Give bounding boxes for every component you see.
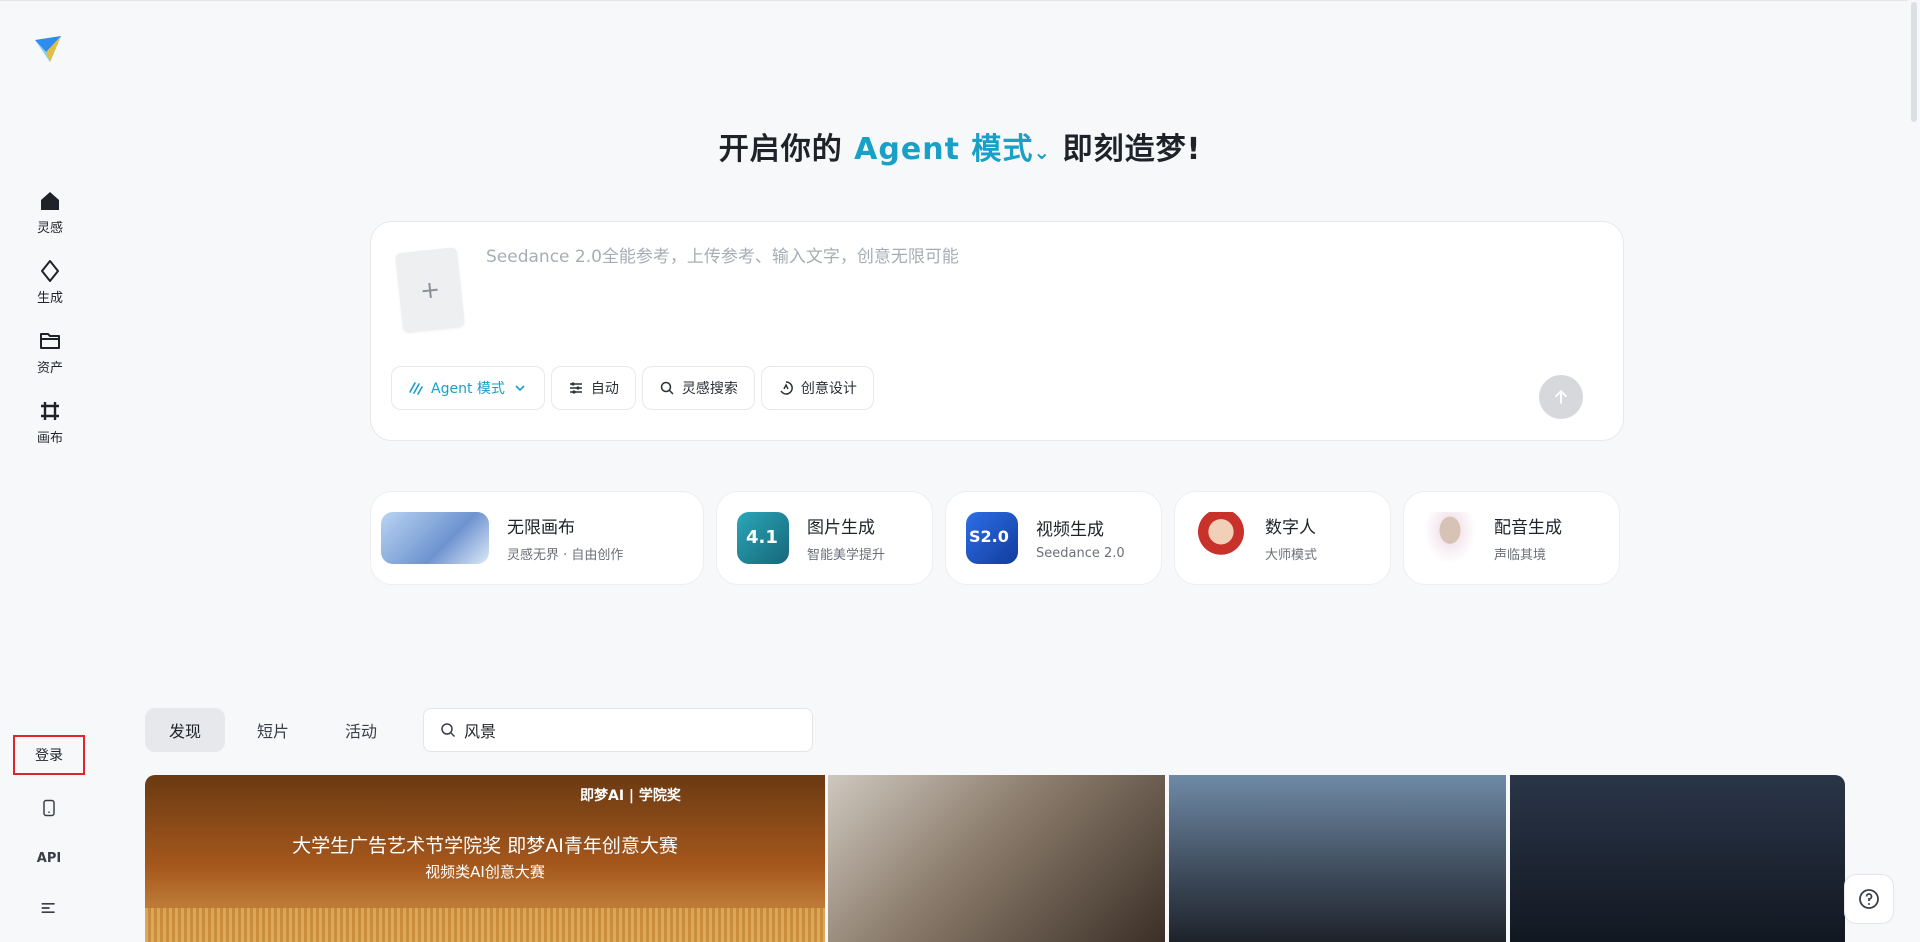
creative-design-button[interactable]: 创意设计: [760, 366, 874, 410]
canvas-hash-icon: [41, 401, 59, 420]
gallery-item-character[interactable]: [1169, 775, 1506, 942]
menu-icon[interactable]: [34, 893, 64, 923]
feature-card-infinite-canvas[interactable]: 无限画布 灵感无界 · 自由创作: [370, 491, 704, 585]
contest-banner[interactable]: 即梦AI | 学院奖 大学生广告艺术节学院奖 即梦AI青年创意大赛 视频类AI创…: [145, 775, 825, 942]
headline-suffix: 即刻造梦!: [1062, 132, 1202, 167]
api-link[interactable]: API: [34, 843, 64, 873]
version-badge: 4.1: [746, 527, 778, 548]
chevron-down-icon[interactable]: ⌄: [1033, 140, 1051, 164]
chip-label: Agent 模式: [431, 381, 505, 397]
image-gen-thumbnail: 4.1: [737, 512, 789, 564]
arrow-up-icon: [1555, 389, 1567, 404]
scrollbar-thumb[interactable]: [1911, 2, 1917, 122]
inspiration-search-button[interactable]: 灵感搜索: [641, 366, 755, 410]
login-button[interactable]: 登录: [13, 735, 85, 775]
send-button[interactable]: [1539, 375, 1583, 419]
tab-discover[interactable]: 发现: [145, 708, 226, 752]
banner-brand: 即梦AI | 学院奖: [580, 788, 681, 804]
banner-subtitle: 视频类AI创意大赛: [425, 863, 545, 881]
top-divider: [0, 0, 1920, 1]
home-icon: [41, 191, 59, 210]
agent-wave-icon: [409, 382, 423, 395]
discover-tabs: 发现 短片 活动: [145, 708, 401, 752]
feature-title: 配音生成: [1494, 518, 1562, 538]
sidebar-item-label: 生成: [36, 290, 63, 306]
agent-mode-button[interactable]: Agent 模式: [391, 366, 545, 410]
video-gen-thumbnail: S2.0: [966, 512, 1018, 564]
question-icon: [1859, 889, 1879, 909]
feature-cards: 无限画布 灵感无界 · 自由创作 4.1 图片生成 智能美学提升 S2.0 视频…: [370, 491, 1620, 585]
tab-shorts[interactable]: 短片: [233, 708, 313, 752]
feature-subtitle: 灵感无界 · 自由创作: [507, 548, 624, 563]
mobile-icon[interactable]: [34, 793, 64, 823]
sidebar-item-inspiration[interactable]: 灵感: [17, 184, 83, 240]
chip-label: 灵感搜索: [681, 381, 738, 397]
feature-card-image-generation[interactable]: 4.1 图片生成 智能美学提升: [716, 491, 933, 585]
mode-selector[interactable]: Agent 模式: [854, 132, 1033, 167]
chevron-down-icon: [515, 385, 525, 392]
feature-title: 无限画布: [507, 518, 575, 538]
gallery-item-portrait[interactable]: [828, 775, 1165, 942]
digital-human-thumbnail: [1195, 512, 1247, 564]
page-scrollbar[interactable]: [1908, 0, 1920, 942]
auto-button[interactable]: 自动: [550, 366, 636, 410]
sidebar-item-generate[interactable]: 生成: [17, 254, 83, 310]
plus-icon: +: [418, 275, 442, 305]
tab-events[interactable]: 活动: [321, 708, 401, 752]
gallery-item-hairpin[interactable]: [1510, 775, 1845, 942]
folder-icon: [40, 332, 60, 349]
chip-label: 创意设计: [800, 381, 857, 397]
feature-card-video-generation[interactable]: S2.0 视频生成 Seedance 2.0: [945, 491, 1162, 585]
version-badge: S2.0: [969, 527, 1009, 546]
creative-design-icon: [780, 381, 793, 395]
help-button[interactable]: [1844, 874, 1894, 924]
feature-subtitle: 智能美学提升: [807, 548, 886, 563]
feature-title: 图片生成: [807, 518, 875, 538]
sidebar-item-label: 资产: [36, 360, 63, 376]
feature-title: 数字人: [1265, 518, 1316, 538]
search-icon: [441, 723, 456, 738]
wheat-field-image: [145, 908, 825, 942]
feature-title: 视频生成: [1036, 520, 1104, 540]
prompt-input[interactable]: [486, 242, 1486, 272]
search-refresh-icon: [660, 381, 674, 395]
search-input[interactable]: [464, 720, 784, 740]
banner-title: 大学生广告艺术节学院奖 即梦AI青年创意大赛: [292, 835, 678, 857]
feature-subtitle: Seedance 2.0: [1036, 546, 1125, 561]
chip-label: 自动: [590, 381, 619, 397]
feature-card-voice-generation[interactable]: 配音生成 声临其境: [1403, 491, 1620, 585]
upload-reference-button[interactable]: +: [394, 246, 466, 334]
sidebar-item-label: 画布: [36, 430, 63, 446]
sidebar-item-assets[interactable]: 资产: [17, 324, 83, 380]
sidebar-item-canvas[interactable]: 画布: [17, 394, 83, 450]
page-title: 开启你的 Agent 模式⌄ 即刻造梦!: [0, 124, 1920, 168]
sparkle-diamond-icon: [41, 259, 59, 282]
headline-prefix: 开启你的: [718, 132, 843, 167]
prompt-card: + Agent 模式 自动 灵感搜索 创意设计: [370, 221, 1624, 441]
feature-subtitle: 声临其境: [1494, 548, 1547, 563]
api-label: API: [36, 850, 62, 866]
feature-subtitle: 大师模式: [1265, 548, 1318, 563]
microphone-thumbnail: [1424, 512, 1476, 564]
gallery-search: [423, 708, 813, 752]
prompt-options: Agent 模式 自动 灵感搜索 创意设计: [391, 366, 874, 410]
sidebar-item-label: 灵感: [36, 220, 63, 236]
sliders-icon: [569, 382, 582, 394]
feature-card-digital-human[interactable]: 数字人 大师模式: [1174, 491, 1391, 585]
paper-plane-logo[interactable]: [32, 34, 64, 66]
pegasus-thumbnail: [381, 512, 489, 564]
